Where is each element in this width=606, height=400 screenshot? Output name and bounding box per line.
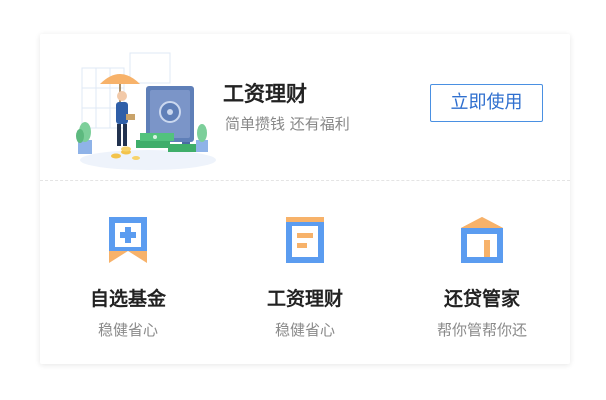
wealth-card: 工资理财 简单攒钱 还有福利 立即使用 自选基金 稳健省心 工资理财 稳健省心 … [40,34,570,364]
banner-title: 工资理财 [223,82,307,106]
house-icon [461,217,503,263]
item-title: 自选基金 [89,288,166,310]
use-now-button[interactable]: 立即使用 [430,84,543,122]
item-subtitle: 帮你管帮你还 [436,321,527,339]
person-umbrella-safe-money-illustration [76,52,216,170]
product-grid: 自选基金 稳健省心 工资理财 稳健省心 还贷管家 帮你管帮你还 [40,204,570,354]
banner-subtitle: 简单攒钱 还有福利 [225,115,350,133]
product-item-salary[interactable]: 工资理财 稳健省心 [217,204,393,340]
document-icon [286,217,324,263]
product-item-fund[interactable]: 自选基金 稳健省心 [40,204,216,340]
bookmark-plus-icon [109,217,147,263]
product-item-loan[interactable]: 还贷管家 帮你管帮你还 [394,204,570,340]
item-title: 还贷管家 [443,288,520,310]
salary-wealth-banner[interactable]: 工资理财 简单攒钱 还有福利 立即使用 [40,34,570,180]
item-subtitle: 稳健省心 [274,321,335,339]
dashed-divider [40,180,570,181]
item-title: 工资理财 [266,288,343,310]
item-subtitle: 稳健省心 [97,321,158,339]
